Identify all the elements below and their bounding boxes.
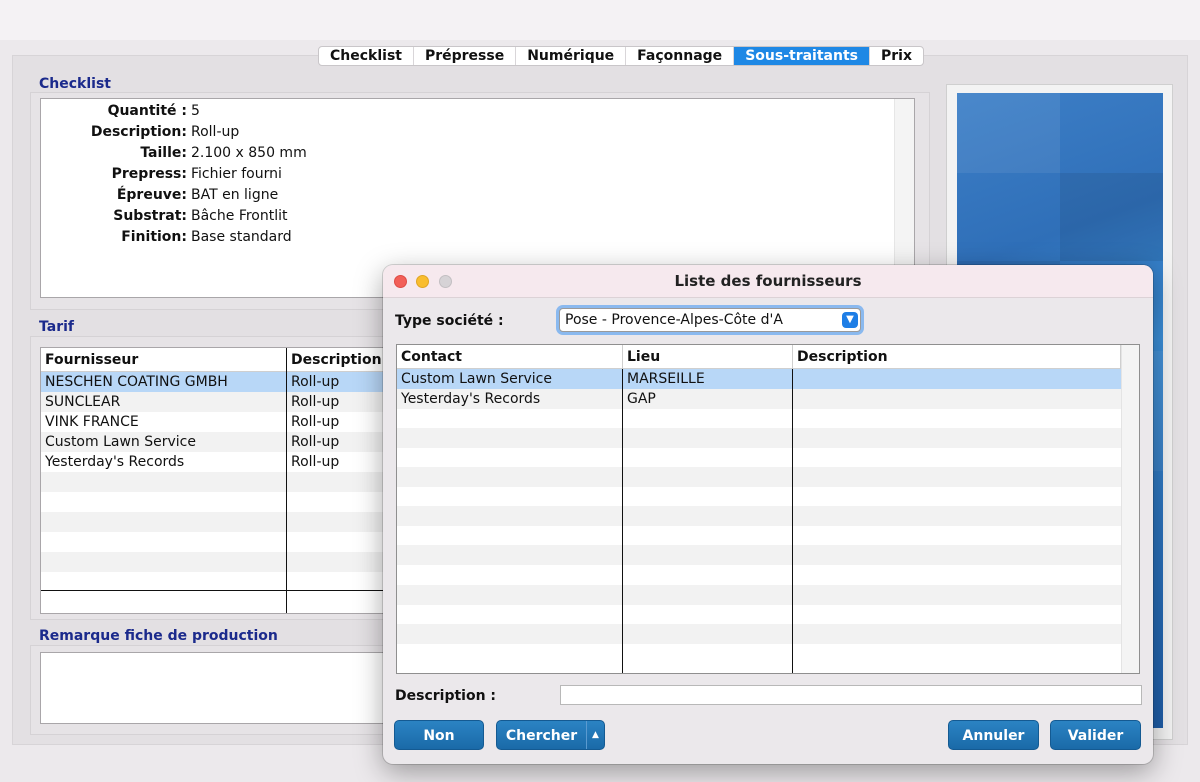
fournisseur-cell: VINK FRANCE bbox=[45, 414, 139, 430]
column-header-fournisseur[interactable]: Fournisseur bbox=[41, 348, 138, 372]
table-row[interactable] bbox=[397, 408, 1122, 428]
contact-cell: Custom Lawn Service bbox=[401, 371, 552, 387]
type-societe-select[interactable]: Pose - Provence-Alpes-Côte d'A ▼ bbox=[559, 308, 861, 332]
column-header-description[interactable]: Description bbox=[793, 345, 888, 369]
annuler-button[interactable]: Annuler bbox=[948, 720, 1039, 750]
table-footer-divider bbox=[41, 590, 384, 591]
column-header-description[interactable]: Description bbox=[287, 348, 382, 372]
remarque-textarea[interactable] bbox=[40, 652, 385, 724]
table-row[interactable] bbox=[397, 623, 1122, 644]
table-row[interactable] bbox=[41, 532, 384, 552]
table-row[interactable] bbox=[41, 472, 384, 492]
type-societe-value: Pose - Provence-Alpes-Côte d'A bbox=[565, 312, 783, 328]
table-row[interactable] bbox=[41, 492, 384, 512]
column-header-lieu[interactable]: Lieu bbox=[623, 345, 660, 369]
description-cell: Roll-up bbox=[291, 454, 340, 470]
tab-1[interactable]: Prépresse bbox=[414, 47, 517, 65]
table-row[interactable]: Yesterday's Records Roll-up bbox=[41, 452, 384, 472]
chercher-button[interactable]: Chercher ▲ bbox=[496, 720, 605, 750]
fournisseur-cell: Custom Lawn Service bbox=[45, 434, 196, 450]
column-divider bbox=[622, 369, 623, 673]
chevron-down-icon[interactable]: ▼ bbox=[842, 312, 858, 328]
checklist-label: Description: bbox=[90, 124, 187, 140]
table-row[interactable] bbox=[397, 565, 1122, 585]
table-row[interactable]: VINK FRANCE Roll-up bbox=[41, 412, 384, 432]
fournisseur-cell: Yesterday's Records bbox=[45, 454, 185, 470]
checklist-label: Finition: bbox=[121, 229, 187, 245]
description-cell: Roll-up bbox=[291, 434, 340, 450]
tab-3[interactable]: Façonnage bbox=[626, 47, 735, 65]
checklist-value: Roll-up bbox=[191, 124, 240, 140]
tab-2[interactable]: Numérique bbox=[516, 47, 627, 65]
table-row[interactable] bbox=[41, 512, 384, 532]
description-cell: Roll-up bbox=[291, 394, 340, 410]
description-cell: Roll-up bbox=[291, 414, 340, 430]
contacts-table: Contact Lieu Description Custom Lawn Ser… bbox=[396, 344, 1140, 674]
table-row[interactable] bbox=[41, 572, 384, 592]
dialog-title: Liste des fournisseurs bbox=[674, 272, 862, 290]
contacts-scrollbar[interactable] bbox=[1121, 345, 1139, 673]
contact-cell: Yesterday's Records bbox=[401, 390, 541, 407]
tarif-table: Fournisseur Description NESCHEN COATING … bbox=[40, 347, 385, 614]
type-societe-label: Type société : bbox=[395, 313, 504, 329]
checklist-value: Base standard bbox=[191, 229, 292, 245]
checklist-value: 5 bbox=[191, 103, 200, 119]
lieu-cell: MARSEILLE bbox=[627, 371, 705, 387]
tarif-table-header: Fournisseur Description bbox=[41, 348, 384, 372]
suppliers-dialog: Liste des fournisseurs Type société : Po… bbox=[383, 265, 1153, 764]
column-header-contact[interactable]: Contact bbox=[397, 345, 462, 369]
window-top-strip bbox=[0, 0, 1200, 40]
checklist-section-title: Checklist bbox=[39, 76, 111, 92]
table-row[interactable] bbox=[397, 467, 1122, 487]
table-row[interactable] bbox=[397, 526, 1122, 546]
checklist-label: Taille: bbox=[140, 145, 187, 161]
non-button[interactable]: Non bbox=[394, 720, 484, 750]
fournisseur-cell: NESCHEN COATING GMBH bbox=[45, 374, 228, 390]
checklist-label: Quantité : bbox=[107, 103, 187, 119]
chercher-menu-arrow-icon[interactable]: ▲ bbox=[586, 721, 604, 749]
checklist-label: Prepress: bbox=[111, 166, 187, 182]
tab-0[interactable]: Checklist bbox=[319, 47, 414, 65]
column-divider bbox=[792, 369, 793, 673]
lieu-cell: GAP bbox=[627, 390, 656, 407]
checklist-label: Substrat: bbox=[113, 208, 187, 224]
table-row[interactable] bbox=[397, 427, 1122, 448]
tab-bar: Checklist Prépresse Numérique Façonnage Sous… bbox=[318, 46, 924, 66]
table-row[interactable] bbox=[397, 506, 1122, 527]
table-row[interactable]: SUNCLEAR Roll-up bbox=[41, 392, 384, 412]
contacts-table-header: Contact Lieu Description bbox=[397, 345, 1123, 369]
dialog-titlebar[interactable]: Liste des fournisseurs bbox=[383, 265, 1153, 298]
valider-button[interactable]: Valider bbox=[1050, 720, 1141, 750]
tab-4[interactable]: Sous-traitants bbox=[734, 47, 870, 65]
table-row[interactable] bbox=[397, 584, 1122, 605]
table-row[interactable]: NESCHEN COATING GMBH Roll-up bbox=[41, 372, 384, 392]
table-row[interactable]: Yesterday's Records GAP bbox=[397, 388, 1122, 409]
column-divider bbox=[286, 348, 287, 613]
description-input[interactable] bbox=[560, 685, 1142, 705]
remarque-section-title: Remarque fiche de production bbox=[39, 628, 278, 644]
table-row[interactable] bbox=[397, 643, 1122, 663]
tab-5[interactable]: Prix bbox=[870, 47, 923, 65]
table-row[interactable] bbox=[397, 604, 1122, 624]
description-label: Description : bbox=[395, 688, 497, 704]
checklist-value: BAT en ligne bbox=[191, 187, 279, 203]
tarif-section-title: Tarif bbox=[39, 319, 74, 335]
table-row[interactable] bbox=[397, 487, 1122, 507]
table-row[interactable]: Custom Lawn Service Roll-up bbox=[41, 432, 384, 452]
fournisseur-cell: SUNCLEAR bbox=[45, 394, 121, 410]
table-row[interactable] bbox=[397, 545, 1122, 566]
chercher-label: Chercher bbox=[505, 728, 578, 744]
table-row[interactable]: Custom Lawn Service MARSEILLE bbox=[397, 369, 1122, 389]
checklist-value: 2.100 x 850 mm bbox=[191, 145, 307, 161]
table-row[interactable] bbox=[397, 447, 1122, 467]
description-cell: Roll-up bbox=[291, 374, 340, 390]
checklist-value: Bâche Frontlit bbox=[191, 208, 288, 224]
table-row[interactable] bbox=[41, 552, 384, 572]
checklist-value: Fichier fourni bbox=[191, 166, 282, 182]
checklist-label: Épreuve: bbox=[116, 187, 187, 203]
